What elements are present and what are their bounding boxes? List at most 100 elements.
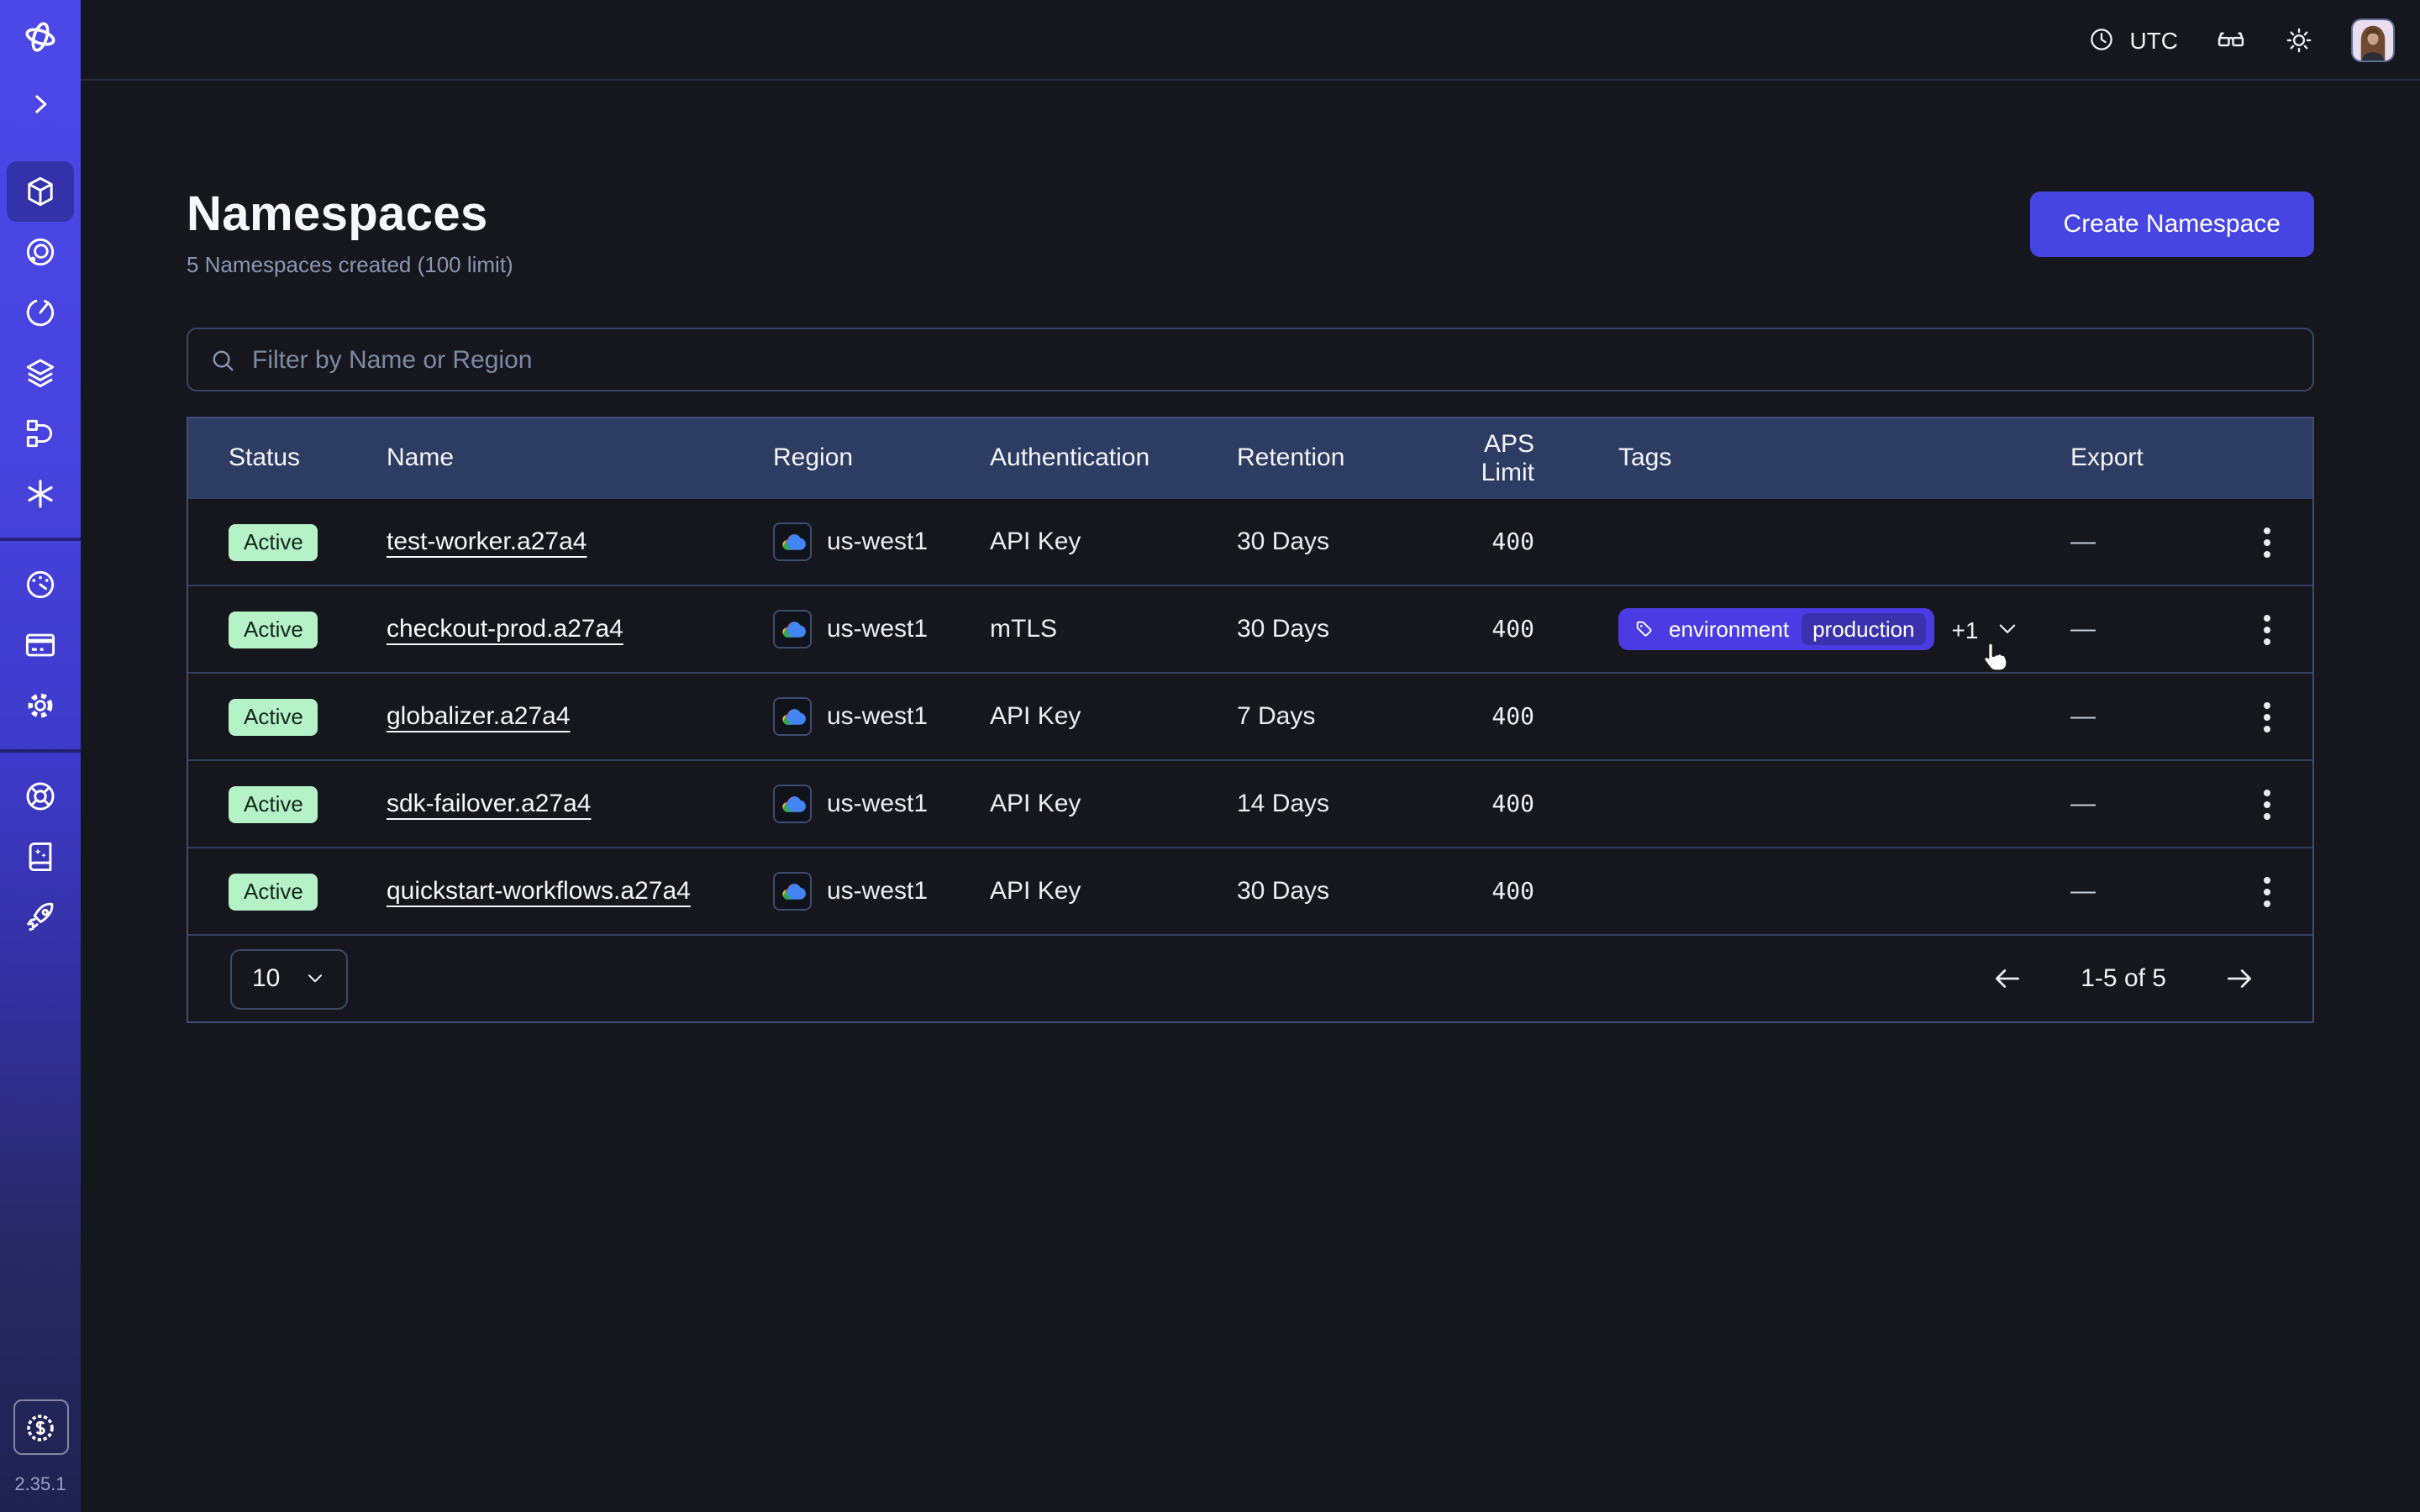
- namespace-link[interactable]: sdk-failover.a27a4: [387, 790, 592, 818]
- tag-icon: [1634, 617, 1657, 641]
- namespace-count-subtitle: 5 Namespaces created (100 limit): [187, 252, 513, 277]
- user-avatar[interactable]: [2351, 18, 2395, 61]
- support-lifebuoy-icon: [22, 778, 59, 815]
- timezone-selector[interactable]: UTC: [2087, 25, 2178, 54]
- tag-pill[interactable]: environment production: [1618, 608, 1935, 650]
- export-value: —: [2070, 877, 2220, 906]
- sidebar-expand-button[interactable]: [0, 74, 81, 134]
- retention-period: 14 Days: [1237, 790, 1430, 818]
- aps-limit: 400: [1430, 790, 1618, 817]
- col-header-tags: Tags: [1618, 444, 2070, 472]
- main-content: Namespaces 5 Namespaces created (100 lim…: [81, 81, 2420, 1512]
- temporal-logo[interactable]: [0, 0, 81, 74]
- tags-cell: environment production +1: [1618, 608, 2070, 650]
- gcp-cloud-icon: [773, 872, 812, 911]
- schedules-timer-icon: [22, 294, 59, 331]
- namespaces-table: Status Name Region Authentication Retent…: [187, 417, 2314, 1023]
- previous-page-button[interactable]: [1985, 956, 2030, 1001]
- namespace-link[interactable]: checkout-prod.a27a4: [387, 615, 623, 643]
- region-label: us-west1: [827, 528, 928, 556]
- row-actions-menu[interactable]: [2253, 866, 2280, 916]
- sidebar-item-deployments[interactable]: [0, 343, 81, 403]
- table-row: Active quickstart-workflows.a27a4 us-wes…: [188, 847, 2312, 934]
- row-actions-menu[interactable]: [2253, 604, 2280, 654]
- sidebar-item-support[interactable]: [0, 766, 81, 827]
- sidebar-item-workflows[interactable]: [0, 222, 81, 282]
- sidebar-item-settings[interactable]: [0, 675, 81, 736]
- sidebar-divider: [0, 749, 81, 753]
- app-window: 2.35.1 UTC Namespaces: [0, 0, 2420, 1512]
- sidebar-item-docs[interactable]: [0, 827, 81, 887]
- sidebar-item-pipelines[interactable]: [0, 403, 81, 464]
- col-header-export: Export: [2070, 444, 2220, 472]
- docs-book-icon: [22, 838, 59, 875]
- sidebar: 2.35.1: [0, 0, 81, 1512]
- col-header-region: Region: [773, 444, 990, 472]
- table-row: Active globalizer.a27a4 us-west1 API Key…: [188, 672, 2312, 759]
- export-value: —: [2070, 790, 2220, 818]
- page-size-select[interactable]: 10: [230, 948, 348, 1009]
- tags-expand-button[interactable]: [1995, 617, 2020, 642]
- pricing-button[interactable]: [13, 1399, 68, 1455]
- gcp-cloud-icon: [773, 785, 812, 823]
- status-badge: Active: [229, 873, 318, 910]
- namespace-link[interactable]: globalizer.a27a4: [387, 702, 571, 731]
- gcp-cloud-icon: [773, 697, 812, 736]
- sidebar-item-namespaces[interactable]: [0, 161, 81, 222]
- filter-input[interactable]: [252, 345, 2292, 374]
- billing-card-icon: [22, 627, 59, 664]
- namespace-link[interactable]: quickstart-workflows.a27a4: [387, 877, 691, 906]
- row-actions-menu[interactable]: [2253, 779, 2280, 829]
- aps-limit: 400: [1430, 703, 1618, 730]
- sidebar-item-schedules[interactable]: [0, 282, 81, 343]
- page-header: Namespaces 5 Namespaces created (100 lim…: [187, 188, 2314, 277]
- labs-glasses-button[interactable]: [2215, 24, 2247, 55]
- pipelines-branch-icon: [22, 415, 59, 452]
- col-header-aps-limit: APS Limit: [1430, 429, 1618, 486]
- pagination-range: 1-5 of 5: [2081, 964, 2166, 993]
- auth-method: API Key: [990, 702, 1237, 731]
- sidebar-item-usage[interactable]: [0, 554, 81, 615]
- sidebar-item-getting-started[interactable]: [0, 887, 81, 948]
- col-header-retention: Retention: [1237, 444, 1430, 472]
- sidebar-divider: [0, 538, 81, 541]
- tag-key: environment: [1669, 617, 1789, 642]
- retention-period: 30 Days: [1237, 615, 1430, 643]
- col-header-authentication: Authentication: [990, 444, 1237, 472]
- aps-limit: 400: [1430, 616, 1618, 643]
- page-title: Namespaces: [187, 188, 513, 242]
- row-actions-menu[interactable]: [2253, 691, 2280, 742]
- auth-method: mTLS: [990, 615, 1237, 643]
- settings-gear-icon: [22, 687, 59, 724]
- sun-icon: [2284, 24, 2314, 55]
- gcp-cloud-icon: [773, 610, 812, 648]
- filter-bar: [187, 328, 2314, 391]
- status-badge: Active: [229, 523, 318, 560]
- avatar-image: [2353, 19, 2393, 60]
- aps-limit: 400: [1430, 878, 1618, 905]
- next-page-button[interactable]: [2217, 956, 2262, 1001]
- workflows-spiral-icon: [22, 234, 59, 270]
- table-row: Active test-worker.a27a4 us-west1 API Ke…: [188, 497, 2312, 585]
- create-namespace-button[interactable]: Create Namespace: [2030, 192, 2314, 257]
- clock-icon: [2087, 25, 2116, 54]
- gcp-cloud-icon: [773, 522, 812, 561]
- page-size-value: 10: [252, 964, 280, 993]
- table-row: Active sdk-failover.a27a4 us-west1 API K…: [188, 759, 2312, 847]
- sidebar-item-billing[interactable]: [0, 615, 81, 675]
- topbar: UTC: [81, 0, 2420, 81]
- chevron-down-icon: [1995, 617, 2020, 642]
- region-label: us-west1: [827, 702, 928, 731]
- namespace-link[interactable]: test-worker.a27a4: [387, 528, 587, 556]
- row-actions-menu[interactable]: [2253, 517, 2280, 567]
- pagination-bar: 10 1-5 of 5: [188, 934, 2312, 1021]
- theme-toggle-button[interactable]: [2284, 24, 2314, 55]
- auth-method: API Key: [990, 528, 1237, 556]
- status-badge: Active: [229, 698, 318, 735]
- sidebar-item-nexus[interactable]: [0, 464, 81, 524]
- tag-value: production: [1801, 613, 1926, 645]
- retention-period: 30 Days: [1237, 877, 1430, 906]
- auth-method: API Key: [990, 790, 1237, 818]
- region-label: us-west1: [827, 790, 928, 818]
- price-seal-icon: [22, 1409, 59, 1446]
